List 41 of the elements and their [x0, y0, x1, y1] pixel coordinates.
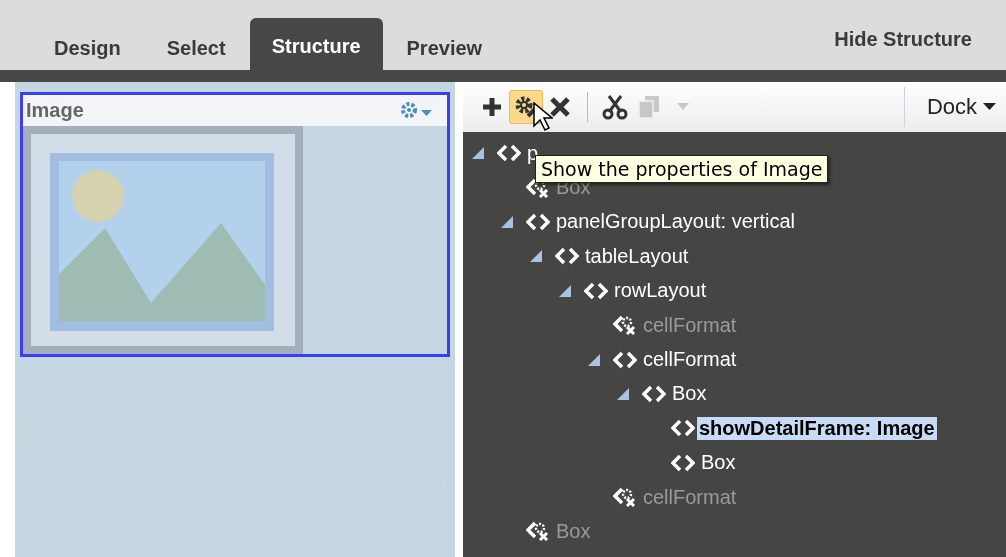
hide-structure-link[interactable]: Hide Structure — [834, 28, 972, 51]
expand-triangle-icon[interactable] — [500, 214, 514, 229]
tree-node-label[interactable]: rowLayout — [614, 279, 707, 303]
tag-icon — [613, 350, 637, 369]
tree-node-label[interactable]: showDetailFrame: Image — [697, 416, 937, 440]
hidden-tag-icon — [526, 521, 550, 542]
delete-icon — [549, 96, 571, 118]
dock-menu[interactable]: Dock — [903, 87, 1006, 127]
tag-icon — [671, 419, 695, 438]
tag-icon — [584, 281, 608, 300]
tag-icon — [526, 212, 550, 231]
mouse-pointer-icon — [533, 102, 553, 132]
tab[interactable]: Preview — [384, 26, 505, 70]
tag-icon — [642, 384, 666, 403]
caret-icon — [983, 103, 996, 111]
tab[interactable]: Design — [32, 26, 143, 70]
component-title: Image — [26, 99, 84, 122]
caret-icon — [677, 103, 689, 111]
scissors-icon — [602, 94, 628, 120]
hidden-tag-icon — [613, 315, 637, 336]
expand-triangle-icon[interactable] — [558, 283, 572, 298]
expand-triangle-icon[interactable] — [471, 146, 485, 161]
tree-node-label[interactable]: tableLayout — [585, 244, 689, 268]
hidden-tag-icon — [526, 177, 550, 198]
tag-icon — [671, 453, 695, 472]
tree-node-label[interactable]: cellFormat — [643, 348, 737, 372]
tag-icon — [555, 247, 579, 266]
tooltip: Show the properties of Image — [535, 155, 829, 183]
tree-node-label[interactable]: Box — [672, 382, 707, 406]
tab[interactable]: Select — [144, 26, 248, 70]
plus-icon — [481, 96, 503, 118]
expand-triangle-icon[interactable] — [616, 386, 630, 401]
copy-icon — [636, 94, 662, 120]
hidden-tag-icon — [613, 487, 637, 508]
image-component[interactable]: Image — [20, 92, 450, 357]
expand-triangle-icon[interactable] — [587, 352, 601, 367]
tab[interactable]: Structure — [249, 18, 383, 70]
tree-node-label[interactable]: panelGroupLayout: vertical — [556, 210, 796, 234]
tag-icon — [497, 144, 521, 163]
tree-node-label[interactable]: Box — [701, 451, 736, 475]
expand-triangle-icon[interactable] — [529, 249, 543, 264]
